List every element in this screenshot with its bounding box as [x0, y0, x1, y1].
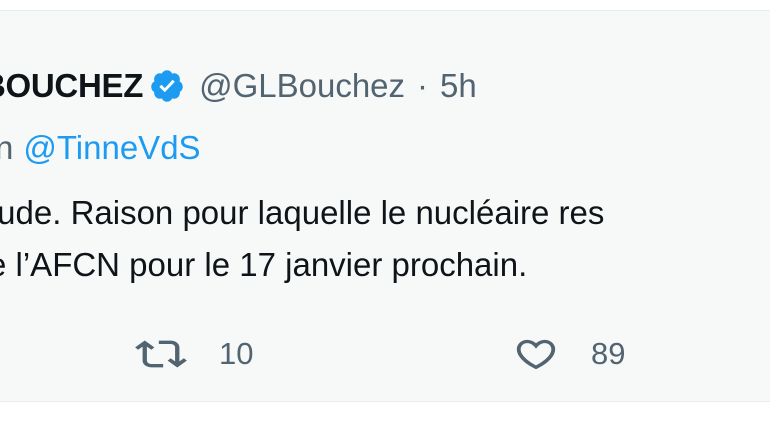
author-display-name[interactable]: BOUCHEZ	[0, 67, 143, 105]
retweet-button[interactable]: 10	[135, 331, 253, 377]
retweet-icon[interactable]	[135, 334, 187, 374]
like-button[interactable]: 89	[513, 331, 625, 377]
reply-prefix: n	[0, 129, 14, 166]
separator-dot: ·	[417, 67, 429, 104]
bottom-divider	[0, 401, 770, 402]
tweet-actions: 10 89	[0, 331, 770, 377]
tweet-card[interactable]: BOUCHEZ @GLBouchez · 5h n @TinneVdS tude…	[0, 11, 770, 401]
tweet-text: tude. Raison pour laquelle le nucléaire …	[0, 187, 604, 291]
tweet-header: BOUCHEZ @GLBouchez · 5h	[0, 64, 477, 108]
tweet-timestamp[interactable]: 5h	[440, 67, 477, 105]
verified-badge-icon	[149, 68, 185, 104]
tweet-text-line: e l’AFCN pour le 17 janvier prochain.	[0, 246, 528, 283]
reply-mention-link[interactable]: @TinneVdS	[23, 129, 200, 167]
retweet-count: 10	[219, 336, 254, 371]
author-handle[interactable]: @GLBouchez	[199, 67, 405, 105]
tweet-text-line: tude. Raison pour laquelle le nucléaire …	[0, 194, 605, 231]
heart-icon[interactable]	[513, 334, 559, 374]
like-count: 89	[591, 336, 626, 371]
page: BOUCHEZ @GLBouchez · 5h n @TinneVdS tude…	[0, 0, 770, 433]
reply-context: n @TinneVdS	[0, 126, 201, 170]
